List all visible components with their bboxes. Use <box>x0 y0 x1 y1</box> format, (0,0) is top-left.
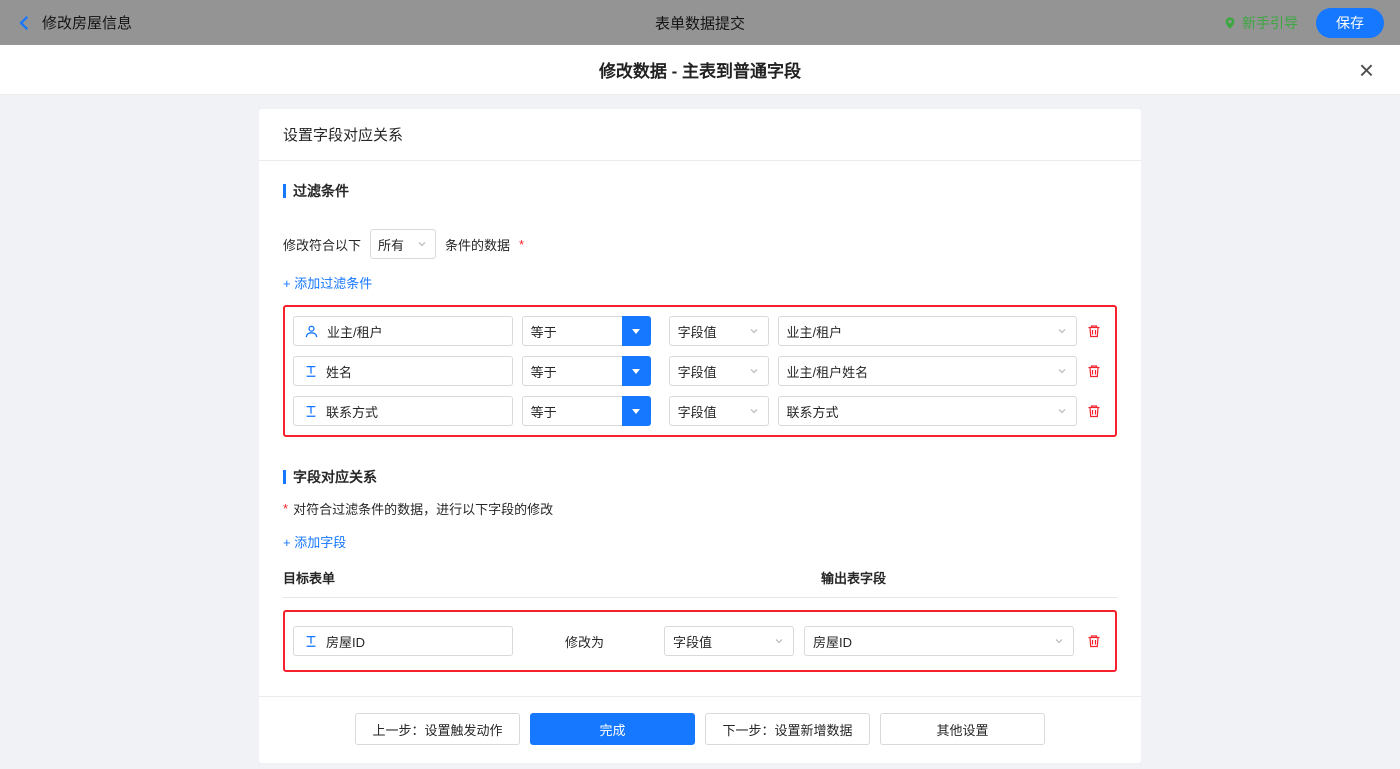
delete-row-icon[interactable] <box>1086 363 1102 379</box>
value-select[interactable]: 业主/租户姓名 <box>778 356 1078 386</box>
settings-card: 设置字段对应关系 过滤条件 修改符合以下 所有 条件的数据 * + 添加过滤条件 <box>259 109 1141 763</box>
chevron-down-icon <box>1053 635 1065 647</box>
operator-dropdown-button[interactable] <box>622 356 651 386</box>
back-chevron-icon <box>16 14 34 32</box>
chevron-down-icon <box>773 635 785 647</box>
mapping-description: * 对符合过滤条件的数据，进行以下字段的修改 <box>283 499 1117 518</box>
operator-dropdown-button[interactable] <box>622 316 651 346</box>
value-type-select[interactable]: 字段值 <box>669 396 769 426</box>
back-button[interactable] <box>16 14 34 32</box>
dialog-title: 修改数据 - 主表到普通字段 <box>599 57 801 82</box>
field-input[interactable]: 房屋ID <box>293 626 513 656</box>
chevron-down-icon <box>748 325 760 337</box>
condition-line: 修改符合以下 所有 条件的数据 * <box>283 229 1117 259</box>
caret-down-icon <box>632 369 640 374</box>
column-output-field: 输出表字段 <box>821 568 886 587</box>
topbar: 修改房屋信息 表单数据提交 新手引导 保存 <box>0 0 1400 45</box>
operator-select[interactable]: 等于 <box>522 356 622 386</box>
dialog-body: 设置字段对应关系 过滤条件 修改符合以下 所有 条件的数据 * + 添加过滤条件 <box>0 109 1400 769</box>
chevron-down-icon <box>748 365 760 377</box>
prev-step-button[interactable]: 上一步：设置触发动作 <box>355 713 520 745</box>
filter-row: 姓名 等于 字段值 业主/租户姓名 <box>293 356 1107 386</box>
other-settings-button[interactable]: 其他设置 <box>880 713 1045 745</box>
close-icon[interactable]: × <box>1359 57 1374 83</box>
mapping-row: 房屋ID 修改为 字段值 房屋ID <box>293 626 1107 656</box>
next-step-button[interactable]: 下一步：设置新增数据 <box>705 713 870 745</box>
workflow-name: 修改房屋信息 <box>42 12 132 33</box>
value-type-select[interactable]: 字段值 <box>669 316 769 346</box>
text-field-icon <box>304 364 318 378</box>
column-target-form: 目标表单 <box>283 568 821 587</box>
mapping-table-header: 目标表单 输出表字段 <box>283 568 1117 598</box>
topbar-title: 表单数据提交 <box>655 12 745 33</box>
delete-row-icon[interactable] <box>1086 323 1102 339</box>
required-mark: * <box>519 237 524 252</box>
save-button[interactable]: 保存 <box>1316 8 1384 38</box>
caret-down-icon <box>632 409 640 414</box>
required-mark: * <box>283 501 288 516</box>
chevron-down-icon <box>1056 405 1068 417</box>
section-bar <box>283 184 286 198</box>
value-type-select[interactable]: 字段值 <box>669 356 769 386</box>
field-input[interactable]: 业主/租户 <box>293 316 513 346</box>
operator-select[interactable]: 等于 <box>522 316 622 346</box>
filter-row: 联系方式 等于 字段值 联系方式 <box>293 396 1107 426</box>
value-select[interactable]: 业主/租户 <box>778 316 1078 346</box>
delete-row-icon[interactable] <box>1086 403 1102 419</box>
guide-label: 新手引导 <box>1242 13 1298 33</box>
filter-rows-highlight: 业主/租户 等于 字段值 业主/租户 <box>283 305 1117 437</box>
delete-row-icon[interactable] <box>1086 633 1102 649</box>
text-field-icon <box>304 404 318 418</box>
add-field-link[interactable]: + 添加字段 <box>283 532 346 551</box>
user-icon <box>304 324 319 339</box>
dialog-header: 修改数据 - 主表到普通字段 × <box>0 45 1400 95</box>
pin-icon <box>1223 15 1237 31</box>
guide-link[interactable]: 新手引导 <box>1223 13 1298 33</box>
add-filter-link[interactable]: + 添加过滤条件 <box>283 273 372 292</box>
condition-suffix: 条件的数据 <box>445 235 510 254</box>
match-mode-select[interactable]: 所有 <box>370 229 436 259</box>
chevron-down-icon <box>1056 325 1068 337</box>
caret-down-icon <box>632 329 640 334</box>
field-input[interactable]: 联系方式 <box>293 396 513 426</box>
chevron-down-icon <box>748 405 760 417</box>
section-bar <box>283 470 286 484</box>
card-header: 设置字段对应关系 <box>259 109 1141 161</box>
mapping-rows-highlight: 房屋ID 修改为 字段值 房屋ID <box>283 610 1117 672</box>
chevron-down-icon <box>416 238 428 250</box>
value-type-select[interactable]: 字段值 <box>664 626 794 656</box>
value-select[interactable]: 房屋ID <box>804 626 1074 656</box>
modify-to-label: 修改为 <box>565 632 604 651</box>
condition-prefix: 修改符合以下 <box>283 235 361 254</box>
done-button[interactable]: 完成 <box>530 713 695 745</box>
text-field-icon <box>304 634 318 648</box>
operator-dropdown-button[interactable] <box>622 396 651 426</box>
mapping-section-title: 字段对应关系 <box>283 467 1117 487</box>
operator-select[interactable]: 等于 <box>522 396 622 426</box>
chevron-down-icon <box>1056 365 1068 377</box>
value-select[interactable]: 联系方式 <box>778 396 1078 426</box>
filter-section-title: 过滤条件 <box>283 181 1117 201</box>
filter-row: 业主/租户 等于 字段值 业主/租户 <box>293 316 1107 346</box>
field-input[interactable]: 姓名 <box>293 356 513 386</box>
dialog-footer: 上一步：设置触发动作 完成 下一步：设置新增数据 其他设置 <box>259 696 1141 763</box>
